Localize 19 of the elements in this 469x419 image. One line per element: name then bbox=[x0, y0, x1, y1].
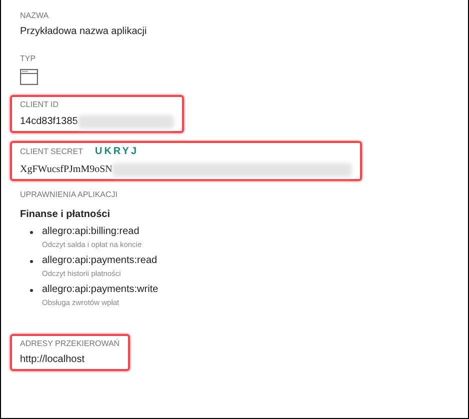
field-value: http://localhost bbox=[20, 353, 86, 367]
bullet-icon bbox=[30, 289, 33, 292]
group-heading: Finanse i płatności bbox=[20, 208, 112, 222]
scope-name: allegro:api:billing:read bbox=[42, 225, 140, 239]
window-icon bbox=[20, 69, 38, 85]
bullet-icon bbox=[30, 260, 33, 263]
field-label: ADRESY PRZEKIEROWAŃ bbox=[20, 338, 120, 350]
field-label: TYP bbox=[20, 53, 36, 65]
field-value: XgFWucsfPJmM9oSN bbox=[20, 163, 112, 177]
hide-link[interactable]: UKRYJ bbox=[94, 145, 139, 159]
scope-name: allegro:api:payments:write bbox=[42, 283, 158, 297]
scope-name: allegro:api:payments:read bbox=[42, 254, 158, 268]
field-label: UPRAWNIENIA APLIKACJI bbox=[20, 189, 118, 201]
field-label: CLIENT ID bbox=[20, 99, 59, 111]
field-value: 14cd83f1385 bbox=[20, 115, 78, 129]
field-label: NAZWA bbox=[20, 10, 49, 22]
field-label: CLIENT SECRET bbox=[20, 146, 83, 158]
bullet-icon bbox=[30, 231, 33, 234]
field-value: Przykładowa nazwa aplikacji bbox=[20, 25, 147, 39]
